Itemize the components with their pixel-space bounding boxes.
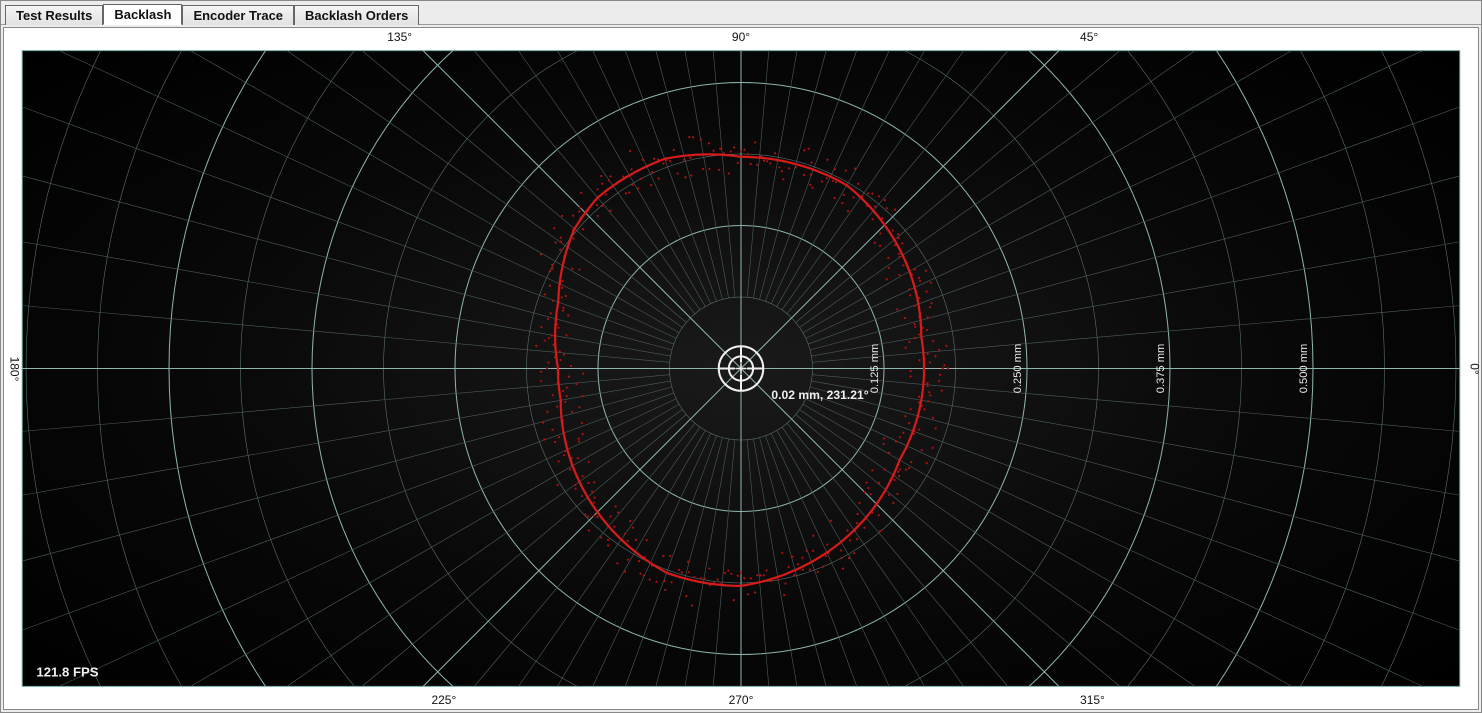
cursor-readout: 0.02 mm, 231.21° bbox=[771, 388, 868, 402]
tab-encoder-trace[interactable]: Encoder Trace bbox=[182, 5, 294, 25]
svg-text:0.375 mm: 0.375 mm bbox=[1155, 344, 1167, 393]
angle-label-315: 315° bbox=[1080, 693, 1105, 707]
chart-frame: 135° 90° 45° 0° 315° 270° 225° 180° bbox=[3, 27, 1479, 710]
polar-chart[interactable]: 0.02 mm, 231.21° 0.125 mm 0.250 mm 0.375 m… bbox=[4, 28, 1478, 709]
angle-label-45: 45° bbox=[1080, 30, 1098, 44]
tab-backlash[interactable]: Backlash bbox=[103, 4, 182, 25]
svg-text:0.500 mm: 0.500 mm bbox=[1298, 344, 1310, 393]
angle-label-0: 0° bbox=[1467, 363, 1481, 374]
app-window: Test Results Backlash Encoder Trace Back… bbox=[0, 0, 1482, 713]
angle-label-225: 225° bbox=[431, 693, 456, 707]
svg-text:0.250 mm: 0.250 mm bbox=[1012, 344, 1024, 393]
tabstrip: Test Results Backlash Encoder Trace Back… bbox=[1, 1, 1481, 25]
tab-test-results[interactable]: Test Results bbox=[5, 5, 103, 25]
fps-label: 121.8 FPS bbox=[36, 664, 98, 679]
angle-label-90: 90° bbox=[732, 30, 750, 44]
angle-label-135: 135° bbox=[387, 30, 412, 44]
svg-text:0.125 mm: 0.125 mm bbox=[869, 344, 881, 393]
tab-backlash-orders[interactable]: Backlash Orders bbox=[294, 5, 419, 25]
angle-label-270: 270° bbox=[729, 693, 754, 707]
crosshair-icon bbox=[719, 346, 764, 391]
angle-label-180: 180° bbox=[7, 356, 21, 381]
